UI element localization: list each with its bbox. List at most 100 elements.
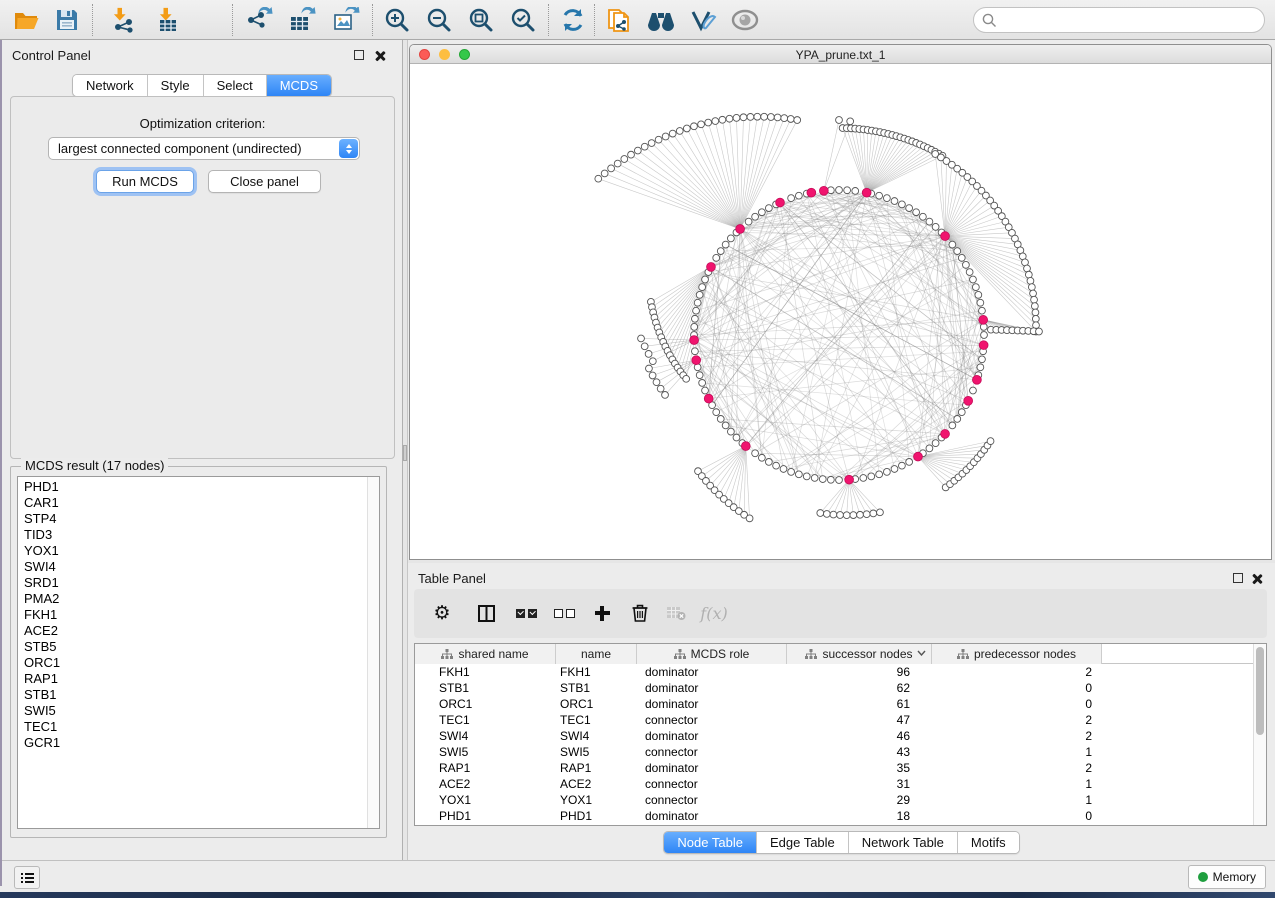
node-table-scrollbar[interactable] (1253, 644, 1266, 825)
ring-node[interactable] (788, 195, 795, 202)
ring-node[interactable] (692, 348, 699, 355)
table-cell[interactable]: RAP1 (415, 760, 556, 776)
leaf-node[interactable] (1031, 303, 1038, 310)
leaf-node[interactable] (1031, 296, 1038, 303)
leaf-node[interactable] (857, 511, 864, 518)
ring-node[interactable] (702, 387, 709, 394)
leaf-node[interactable] (669, 130, 676, 137)
leaf-node[interactable] (877, 509, 884, 516)
dominator-node[interactable] (741, 442, 750, 451)
table-row[interactable]: YOX1YOX1connector291 (415, 792, 1253, 808)
ring-node[interactable] (975, 291, 982, 298)
leaf-node[interactable] (628, 151, 635, 158)
leaf-node[interactable] (655, 136, 662, 143)
table-cell[interactable]: ORC1 (415, 696, 556, 712)
ring-node[interactable] (694, 299, 701, 306)
ring-node[interactable] (926, 218, 933, 225)
ring-node[interactable] (979, 307, 986, 314)
close-panel-button[interactable]: Close panel (208, 170, 321, 193)
leaf-node[interactable] (653, 379, 660, 386)
table-cell[interactable]: SWI5 (556, 744, 637, 760)
leaf-node[interactable] (1028, 284, 1035, 291)
leaf-node[interactable] (683, 375, 690, 382)
ring-node[interactable] (713, 409, 720, 416)
dominator-node[interactable] (704, 394, 713, 403)
ring-node[interactable] (844, 187, 851, 194)
column-header-shared-name[interactable]: shared name (415, 644, 556, 664)
column-header-MCDS-role[interactable]: MCDS role (637, 644, 787, 664)
table-cell[interactable]: 1 (932, 744, 1102, 760)
dominator-node[interactable] (979, 341, 988, 350)
table-cell[interactable]: ORC1 (556, 696, 637, 712)
column-header-successor-nodes[interactable]: successor nodes (787, 644, 932, 664)
ring-node[interactable] (727, 235, 734, 242)
leaf-node[interactable] (649, 372, 656, 379)
ring-node[interactable] (696, 372, 703, 379)
ring-node[interactable] (899, 462, 906, 469)
dominator-node[interactable] (807, 188, 816, 197)
ring-node[interactable] (977, 299, 984, 306)
table-cell[interactable]: 96 (787, 664, 932, 680)
tab-mcds[interactable]: MCDS (267, 75, 331, 96)
table-cell[interactable]: ACE2 (415, 776, 556, 792)
table-cell[interactable]: YOX1 (415, 792, 556, 808)
zoom-selected-icon[interactable] (504, 3, 542, 37)
leaf-node[interactable] (662, 133, 669, 140)
ring-node[interactable] (913, 209, 920, 216)
float-table-panel-icon[interactable] (1233, 573, 1243, 583)
dominator-node[interactable] (941, 429, 950, 438)
ring-node[interactable] (836, 477, 843, 484)
leaf-node[interactable] (781, 115, 788, 122)
table-cell[interactable]: 1 (932, 776, 1102, 792)
ring-node[interactable] (717, 248, 724, 255)
dominator-node[interactable] (941, 232, 950, 241)
tab-node-table[interactable]: Node Table (664, 832, 757, 853)
leaf-node[interactable] (705, 119, 712, 126)
table-cell[interactable]: 46 (787, 728, 932, 744)
search-input[interactable] (1002, 13, 1264, 28)
table-row[interactable]: FKH1FKH1dominator962 (415, 664, 1253, 680)
node-table[interactable]: shared namenameMCDS rolesuccessor nodesp… (414, 643, 1267, 826)
ring-node[interactable] (745, 218, 752, 225)
table-cell[interactable]: dominator (637, 696, 787, 712)
delete-column-icon[interactable] (624, 598, 656, 628)
table-cell[interactable]: RAP1 (556, 760, 637, 776)
table-cell[interactable]: STB1 (556, 680, 637, 696)
table-cell[interactable]: YOX1 (556, 792, 637, 808)
apply-layout-icon[interactable] (554, 3, 592, 37)
leaf-node[interactable] (649, 358, 656, 365)
ring-node[interactable] (694, 364, 701, 371)
mcds-result-item[interactable]: ORC1 (18, 655, 366, 671)
leaf-node[interactable] (746, 515, 753, 522)
ring-node[interactable] (876, 192, 883, 199)
ring-node[interactable] (691, 323, 698, 330)
memory-button[interactable]: Memory (1188, 865, 1266, 889)
table-cell[interactable]: 2 (932, 760, 1102, 776)
table-row[interactable]: SWI5SWI5connector431 (415, 744, 1253, 760)
leaf-node[interactable] (817, 510, 824, 517)
mcds-result-item[interactable]: STP4 (18, 511, 366, 527)
leaf-node[interactable] (836, 117, 843, 124)
mcds-result-item[interactable]: YOX1 (18, 543, 366, 559)
leaf-node[interactable] (987, 438, 994, 445)
table-cell[interactable]: 31 (787, 776, 932, 792)
table-cell[interactable]: connector (637, 712, 787, 728)
ring-node[interactable] (758, 454, 765, 461)
table-cell[interactable]: 47 (787, 712, 932, 728)
result-list-scrollbar[interactable] (367, 477, 379, 828)
column-header-name[interactable]: name (556, 644, 637, 664)
export-network-icon[interactable] (240, 3, 278, 37)
table-row[interactable]: ORC1ORC1dominator610 (415, 696, 1253, 712)
ring-node[interactable] (702, 276, 709, 283)
leaf-node[interactable] (1025, 271, 1032, 278)
leaf-node[interactable] (645, 350, 652, 357)
table-cell[interactable]: TEC1 (556, 712, 637, 728)
mcds-result-item[interactable]: GCR1 (18, 735, 366, 751)
mcds-result-item[interactable]: CAR1 (18, 495, 366, 511)
birds-eye-view-icon[interactable] (726, 3, 764, 37)
splitter-handle[interactable] (403, 445, 407, 461)
ring-node[interactable] (795, 471, 802, 478)
ring-node[interactable] (883, 468, 890, 475)
dominator-node[interactable] (845, 475, 854, 484)
ring-node[interactable] (954, 248, 961, 255)
